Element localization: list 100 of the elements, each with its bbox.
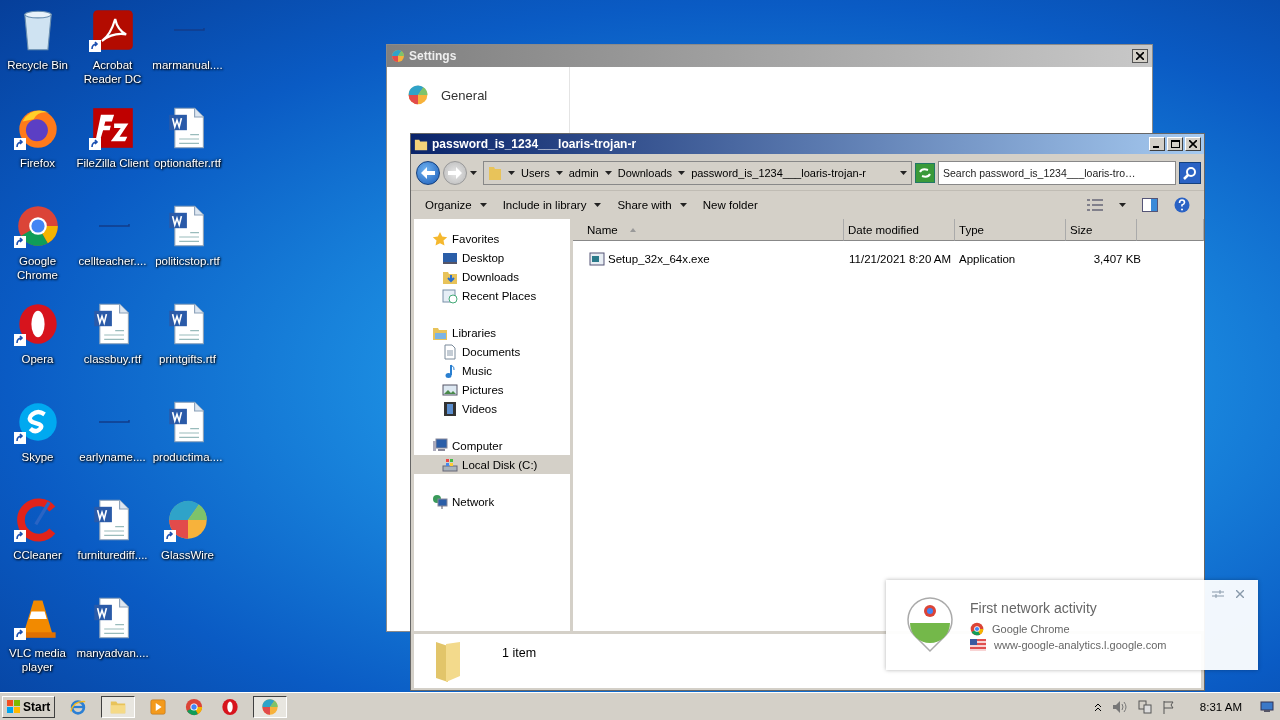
search-icon <box>1183 166 1197 180</box>
caret-icon <box>479 203 487 207</box>
back-arrow-icon <box>421 167 435 179</box>
taskbar-button[interactable] <box>253 695 288 718</box>
close-icon[interactable] <box>1236 590 1244 598</box>
close-button[interactable] <box>1132 49 1148 63</box>
maximize-button[interactable] <box>1167 137 1183 151</box>
refresh-button[interactable] <box>915 163 935 183</box>
column-header[interactable]: Size <box>1066 219 1137 241</box>
glasswire-icon <box>261 697 280 716</box>
toolbar-button[interactable]: New folder <box>696 196 764 214</box>
file-name: Setup_32x_64x.exe <box>608 253 710 265</box>
chevron-up-icon[interactable] <box>1093 701 1102 712</box>
toolbar-button[interactable]: Share with <box>611 196 693 214</box>
breadcrumb-item[interactable]: password_is_1234___loaris-trojan-r <box>691 167 866 179</box>
toolbar-button[interactable]: Include in library <box>496 196 608 214</box>
search-button[interactable] <box>1179 162 1201 184</box>
column-header[interactable]: Date modified <box>844 219 955 241</box>
table-cell: 3,407 KB <box>1093 253 1141 265</box>
breadcrumb-item[interactable]: Users <box>521 167 550 179</box>
desktop-shortcut[interactable]: GlassWire <box>150 496 225 562</box>
nav-item[interactable]: Pictures <box>414 380 570 399</box>
desktop-shortcut[interactable]: earlyname.... <box>75 398 150 464</box>
folder-icon <box>414 137 428 151</box>
close-icon <box>1189 140 1197 148</box>
glasswire-icon <box>391 49 405 63</box>
notification-title: First network activity <box>970 599 1098 616</box>
column-header[interactable]: Name <box>573 219 844 241</box>
desktop-shortcut[interactable]: VLC media player <box>0 594 75 674</box>
desktop-shortcut[interactable]: Skype <box>0 398 75 464</box>
caret-icon <box>678 171 686 175</box>
picture-frame-icon <box>442 381 458 398</box>
nav-item[interactable]: Network <box>414 492 570 511</box>
help-icon <box>1174 197 1190 213</box>
caret-icon <box>594 203 602 207</box>
desktop-shortcut[interactable]: optionafter.rtf <box>150 104 225 170</box>
monitor-icon <box>1260 700 1274 713</box>
desktop-shortcut[interactable]: CCleaner <box>0 496 75 562</box>
search-field[interactable]: Search password_is_1234___loaris-tro… <box>938 161 1176 185</box>
glasswire-icon <box>407 84 429 106</box>
nav-item[interactable]: Downloads <box>414 267 570 286</box>
refresh-icon <box>918 167 932 179</box>
desktop-shortcut[interactable]: Google Chrome <box>0 202 75 282</box>
document-icon <box>442 343 458 360</box>
filezilla-icon <box>90 106 135 150</box>
nav-item[interactable]: Computer <box>414 436 570 455</box>
desktop-shortcut[interactable]: marmanual.... <box>150 6 225 72</box>
desktop-shortcut[interactable]: Recycle Bin <box>0 6 75 72</box>
desktop-shortcut[interactable]: FileZilla Client <box>75 104 150 170</box>
windows-logo-icon <box>7 699 21 714</box>
app-name: Google Chrome <box>992 622 1070 635</box>
film-strip-icon <box>442 400 458 417</box>
caret-icon <box>1119 203 1126 207</box>
nav-item[interactable]: Documents <box>414 342 570 361</box>
table-cell: 11/21/2021 8:20 AM <box>849 253 952 265</box>
chrome-icon <box>15 204 60 248</box>
desktop-shortcut[interactable]: Opera <box>0 300 75 366</box>
new-badge-icon <box>906 597 954 653</box>
application-icon <box>589 251 605 267</box>
desktop-shortcut[interactable]: Acrobat Reader DC <box>75 6 150 86</box>
taskbar-button[interactable] <box>101 695 136 718</box>
caret-icon <box>470 171 477 175</box>
sidebar-item[interactable]: General <box>387 83 508 107</box>
nav-item[interactable]: Local Disk (C:) <box>414 455 570 474</box>
table-cell: Application <box>959 253 1016 265</box>
caret-icon <box>508 171 515 175</box>
host-name: www-google-analytics.l.google.com <box>994 638 1167 651</box>
desktop-shortcut[interactable]: printgifts.rtf <box>150 300 225 366</box>
nav-item[interactable]: Videos <box>414 399 570 418</box>
file-row[interactable]: Setup_32x_64x.exe 11/21/2021 8:20 AM Application 3,407 KB <box>573 249 1204 269</box>
desktop-shortcut[interactable]: classbuy.rtf <box>75 300 150 366</box>
breadcrumb-item[interactable]: Downloads <box>617 167 673 179</box>
network-icon[interactable] <box>1137 699 1152 714</box>
nav-item[interactable]: Libraries <box>414 323 570 342</box>
nav-item[interactable]: Desktop <box>414 248 570 267</box>
desktop-shortcut[interactable]: politicstop.rtf <box>150 202 225 268</box>
toolbar-button[interactable]: Organize <box>419 196 493 214</box>
nav-item[interactable]: Favorites <box>414 229 570 248</box>
column-header[interactable]: Type <box>955 219 1066 241</box>
chrome-icon <box>970 621 984 636</box>
nav-item[interactable]: Music <box>414 361 570 380</box>
close-icon <box>1136 52 1144 60</box>
flag-icon[interactable] <box>1161 699 1176 714</box>
preview-pane-icon <box>1142 198 1158 212</box>
music-note-icon <box>442 362 458 379</box>
nav-item[interactable]: Recent Places <box>414 286 570 305</box>
back-button[interactable] <box>416 161 440 185</box>
desktop-shortcut[interactable]: furniturediff.... <box>75 496 150 562</box>
maximize-icon <box>1170 140 1180 148</box>
folder-icon <box>488 165 502 181</box>
desktop-shortcut[interactable]: Firefox <box>0 104 75 170</box>
minimize-button[interactable] <box>1149 137 1165 151</box>
start-button[interactable]: Start <box>2 695 56 718</box>
desktop-shortcut[interactable]: cellteacher.... <box>75 202 150 268</box>
breadcrumb-item[interactable]: admin <box>568 167 599 179</box>
address-bar[interactable]: Users admin Downloads password_is_1234___loaris-trojan-r <box>483 161 912 185</box>
computer-icon <box>432 437 448 454</box>
desktop-shortcut[interactable]: manyadvan.... <box>75 594 150 660</box>
desktop-shortcut[interactable]: productima.... <box>150 398 225 464</box>
speaker-icon[interactable] <box>1111 699 1128 714</box>
